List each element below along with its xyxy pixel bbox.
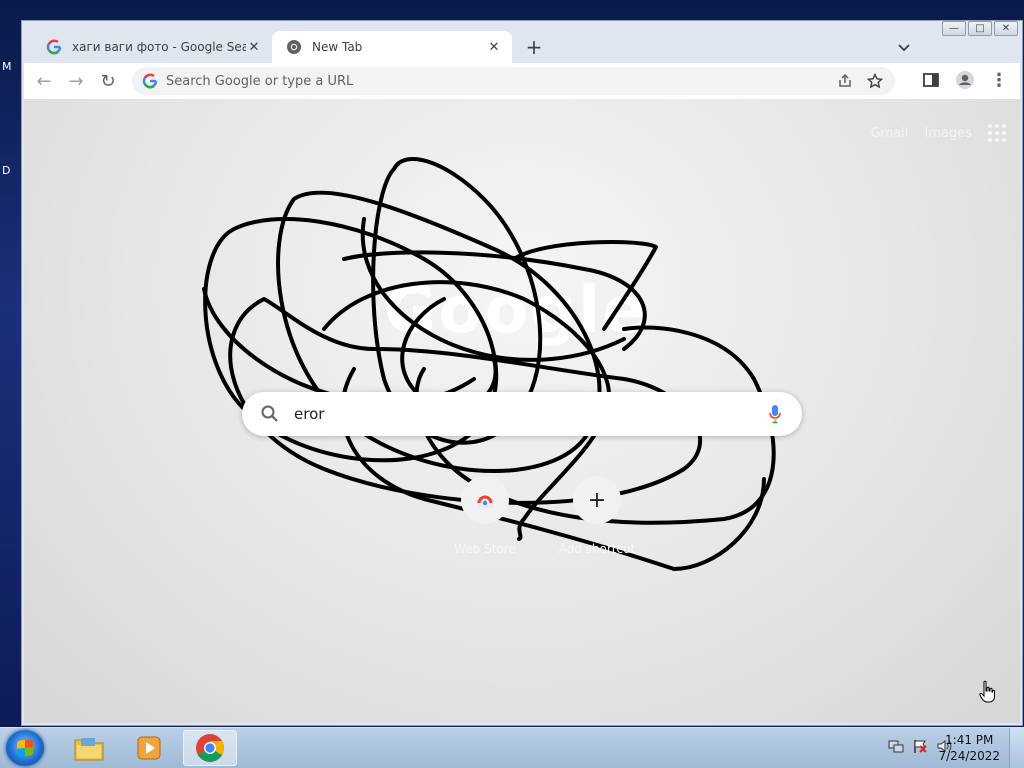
media-player-icon <box>137 736 161 760</box>
add-icon: + <box>573 476 621 524</box>
back-button[interactable]: ← <box>32 69 56 93</box>
shortcut-label: Web Store <box>454 542 516 556</box>
tab-title: хаги ваги фото - Google Search <box>72 40 246 54</box>
network-icon[interactable] <box>888 738 904 754</box>
search-box[interactable]: eror <box>242 392 802 436</box>
search-icon <box>261 405 278 422</box>
tab-strip: хаги ваги фото - Google Search ✕ New Tab… <box>22 31 1022 63</box>
taskbar-chrome[interactable] <box>183 730 237 766</box>
side-panel-icon[interactable] <box>920 69 942 91</box>
tab-new-tab[interactable]: New Tab ✕ <box>272 31 512 63</box>
new-tab-button[interactable]: + <box>522 35 546 59</box>
clock-time: 1:41 PM <box>945 733 994 747</box>
hand-cursor-icon <box>979 680 995 703</box>
chevron-down-icon[interactable] <box>896 39 912 55</box>
tab-google-search[interactable]: хаги ваги фото - Google Search ✕ <box>32 31 272 63</box>
web-store-icon <box>461 476 509 524</box>
star-icon[interactable] <box>867 73 883 89</box>
browser-window: — □ ✕ хаги ваги фото - Google Search ✕ N… <box>21 20 1023 726</box>
tab-close-icon[interactable]: ✕ <box>246 40 262 55</box>
mic-icon[interactable] <box>768 404 782 424</box>
google-g-icon <box>46 39 62 55</box>
chrome-icon <box>196 734 224 762</box>
taskbar-explorer[interactable] <box>62 730 116 766</box>
profile-icon[interactable] <box>954 69 976 91</box>
chrome-icon <box>287 40 301 54</box>
reload-button[interactable]: ↻ <box>96 69 120 93</box>
address-placeholder: Search Google or type a URL <box>166 73 354 89</box>
clock-date: 7/24/2022 <box>938 749 1000 763</box>
tab-title: New Tab <box>312 40 363 54</box>
menu-button[interactable]: ⋮ <box>988 69 1010 91</box>
show-desktop-button[interactable] <box>1009 728 1024 768</box>
address-bar[interactable]: Search Google or type a URL <box>132 67 895 95</box>
shortcut-label: Add shortcut <box>558 542 636 556</box>
tab-close-icon[interactable]: ✕ <box>486 40 502 55</box>
start-button[interactable] <box>6 730 44 766</box>
search-value[interactable]: eror <box>294 405 324 423</box>
toolbar: ← → ↻ Search Google or type a URL ⋮ <box>24 63 1020 99</box>
shortcuts: Web Store + Add shortcut <box>429 476 653 556</box>
desktop-letter-d: D <box>2 164 11 177</box>
folder-icon <box>74 738 104 761</box>
google-g-icon <box>142 73 158 89</box>
clock[interactable]: 1:41 PM 7/24/2022 <box>938 732 1000 764</box>
taskbar-media-player[interactable] <box>122 730 176 766</box>
shortcut-add[interactable]: + Add shortcut <box>541 476 653 556</box>
share-icon[interactable] <box>837 73 853 89</box>
shortcut-web-store[interactable]: Web Store <box>429 476 541 556</box>
desktop-letter-m: M <box>2 60 12 73</box>
flag-icon[interactable] <box>912 738 928 754</box>
taskbar: 1:41 PM 7/24/2022 <box>0 727 1024 768</box>
forward-button[interactable]: → <box>64 69 88 93</box>
new-tab-page: Gmail Images Google eror Web Store + Add… <box>24 99 1020 723</box>
